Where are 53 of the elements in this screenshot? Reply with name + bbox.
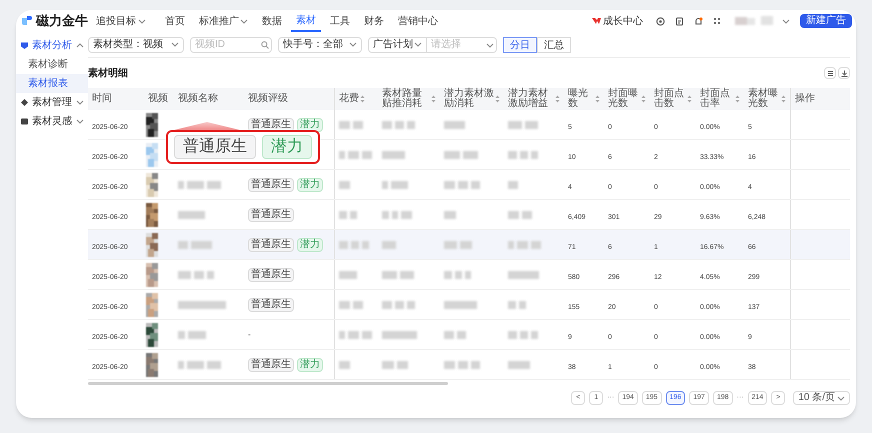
nav-tab[interactable]: 工具 — [325, 10, 355, 32]
nav-tab[interactable]: 营销中心 — [393, 10, 443, 32]
material-type-select[interactable]: 素材类型：视频 — [88, 36, 184, 52]
column-header: 封面曝光数 — [608, 89, 639, 109]
column-header: 时间 — [92, 94, 112, 104]
column-header: 封面点击数 — [654, 89, 685, 109]
sidebar-group[interactable]: 素材灵感 — [16, 112, 88, 131]
column-header: 曝光数 — [568, 89, 589, 109]
app-logo: 磁力金牛 — [36, 12, 88, 30]
column-header: 素材路量贴推消耗 — [382, 89, 423, 109]
column-header: 花费 — [339, 94, 359, 104]
nav-tab[interactable]: 素材 — [291, 10, 321, 32]
rating-tag: 普通原生 — [248, 298, 294, 312]
potential-tag: 潜力 — [262, 135, 312, 159]
column-header: 操作 — [795, 94, 815, 104]
ad-plan-select[interactable]: 广告计划 — [368, 36, 427, 52]
column-header: 封面点击率 — [700, 89, 731, 109]
column-header: 潜力素材激励增益 — [508, 89, 549, 109]
account-select[interactable]: 快手号：全部 — [278, 36, 362, 52]
ad-plan-input[interactable]: 请选择 — [427, 36, 497, 52]
goal-selector[interactable]: 追投目标 — [96, 14, 146, 28]
rating-tag: 普通原生 — [248, 118, 294, 132]
nav-tab[interactable]: 首页 — [160, 10, 190, 32]
rating-tag: 普通原生 — [248, 268, 294, 282]
sidebar-group[interactable]: 素材管理 — [16, 93, 88, 112]
potential-tag: 潜力 — [297, 178, 323, 192]
column-header: 潜力素材激励消耗 — [444, 89, 494, 109]
column-header: 视频 — [148, 94, 168, 104]
growth-center-link[interactable]: 成长中心 — [592, 14, 643, 28]
table-cell: - — [248, 328, 251, 340]
video-id-search-field[interactable]: 视频ID — [190, 36, 272, 52]
rating-tag: 普通原生 — [248, 208, 294, 222]
column-header: 视频评级 — [248, 94, 288, 104]
granularity-toggle[interactable]: 分日 — [503, 36, 537, 52]
potential-tag: 潜力 — [297, 238, 323, 252]
new-ad-button[interactable]: 新建广告 — [800, 14, 852, 28]
nav-tab[interactable]: 标准推广 — [194, 10, 253, 32]
potential-tag: 潜力 — [297, 118, 323, 132]
section-title: 素材明细 — [88, 66, 129, 80]
rating-tag: 普通原生 — [248, 178, 294, 192]
nav-tab[interactable]: 数据 — [257, 10, 287, 32]
column-header: 素材曝光数 — [748, 89, 779, 109]
rating-tag: 普通原生 — [248, 238, 294, 252]
nav-tab[interactable]: 财务 — [359, 10, 389, 32]
sidebar-item[interactable]: 素材报表 — [16, 74, 88, 93]
potential-tag: 潜力 — [297, 358, 323, 372]
column-header: 视频名称 — [178, 94, 218, 104]
rating-tag: 普通原生 — [174, 135, 256, 159]
page-size-select[interactable]: 10 条/页 — [793, 391, 850, 405]
granularity-toggle[interactable]: 汇总 — [537, 36, 571, 52]
sidebar-item[interactable]: 素材诊断 — [16, 55, 88, 74]
sidebar-group[interactable]: 素材分析 — [16, 36, 88, 55]
rating-tag: 普通原生 — [248, 358, 294, 372]
